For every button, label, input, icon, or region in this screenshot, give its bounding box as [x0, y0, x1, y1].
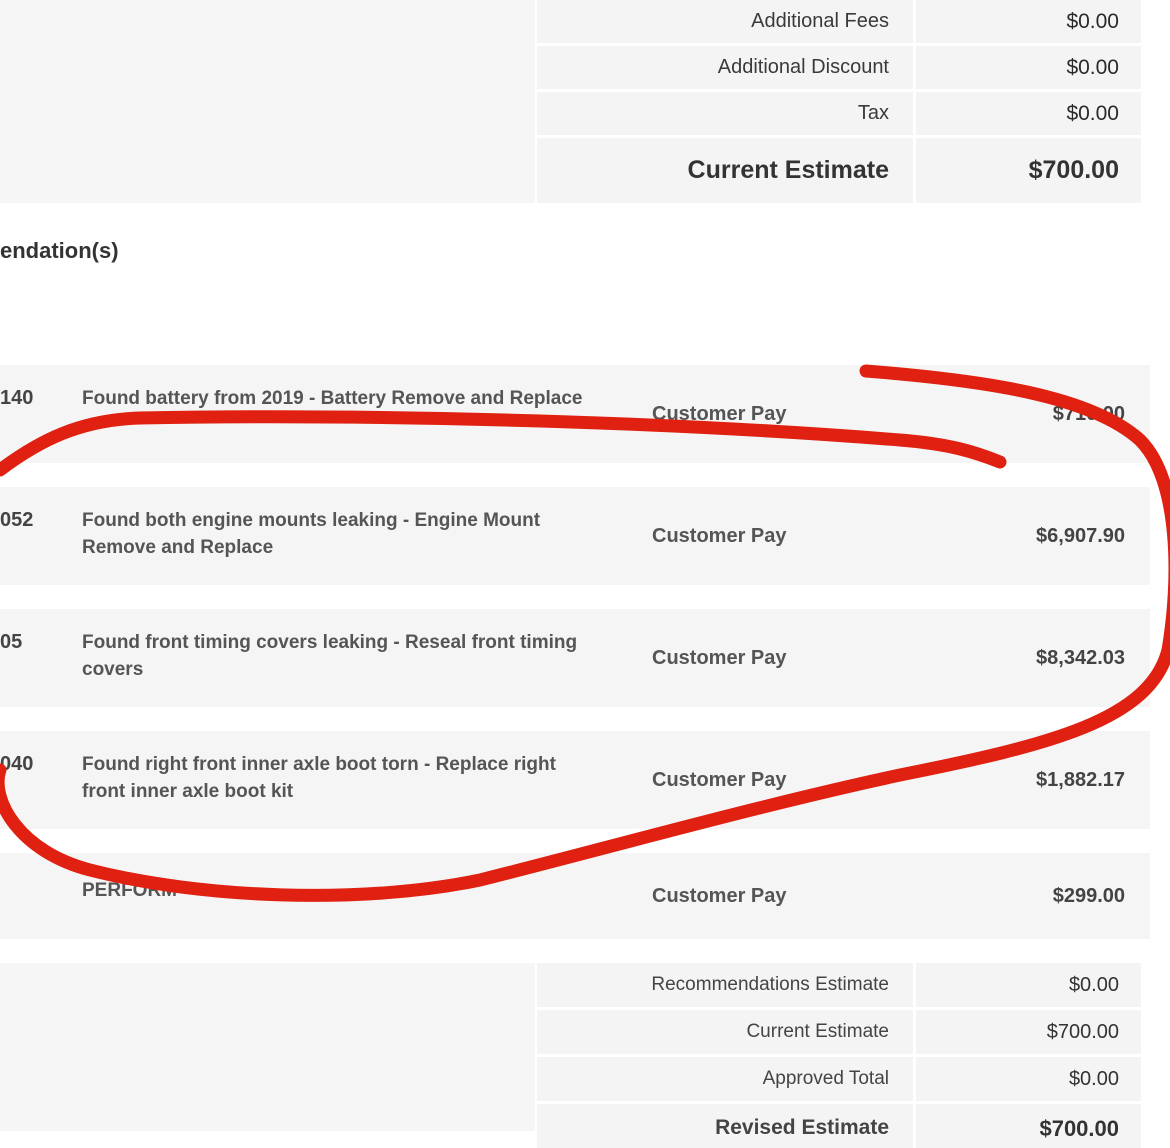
bottom-summary-background	[0, 963, 535, 1131]
recommendation-row[interactable]: 052 Found both engine mounts leaking - E…	[0, 487, 1150, 585]
summary-label-recommendations-estimate: Recommendations Estimate	[537, 963, 913, 1007]
row-description: Found both engine mounts leaking - Engin…	[82, 510, 541, 558]
summary-value-tax: $0.00	[916, 92, 1141, 135]
summary-label-current-estimate-bottom: Current Estimate	[537, 1010, 913, 1054]
summary-value-recommendations-estimate: $0.00	[916, 963, 1141, 1007]
row-amount: $1,882.17	[1036, 768, 1125, 791]
row-amount: $8,342.03	[1036, 646, 1125, 669]
recommendation-row[interactable]: 040 Found right front inner axle boot to…	[0, 731, 1150, 829]
row-description: Found right front inner axle boot torn -…	[82, 754, 556, 802]
recommendation-row[interactable]: 140 Found battery from 2019 - Battery Re…	[0, 365, 1150, 463]
summary-label-revised-estimate: Revised Estimate	[537, 1104, 913, 1148]
row-description: Found front timing covers leaking - Rese…	[82, 632, 578, 680]
row-pay-type: Customer Pay	[652, 646, 787, 669]
summary-value-revised-estimate: $700.00	[916, 1104, 1141, 1148]
row-code: 140	[0, 387, 34, 409]
row-amount: $710.00	[1052, 402, 1125, 425]
summary-value-current-estimate: $700.00	[916, 138, 1141, 203]
summary-label-current-estimate: Current Estimate	[537, 138, 913, 203]
row-code: 05	[0, 631, 23, 653]
summary-value-additional-fees: $0.00	[916, 0, 1141, 43]
summary-label-additional-fees: Additional Fees	[537, 0, 913, 43]
row-amount: $299.00	[1052, 884, 1125, 907]
row-pay-type: Customer Pay	[652, 768, 787, 791]
row-code: 052	[0, 509, 34, 531]
row-code: 040	[0, 753, 34, 775]
summary-label-additional-discount: Additional Discount	[537, 46, 913, 89]
row-pay-type: Customer Pay	[652, 524, 787, 547]
summary-label-tax: Tax	[537, 92, 913, 135]
summary-value-current-estimate-bottom: $700.00	[916, 1010, 1141, 1054]
row-description: PERFORM	[82, 880, 177, 901]
summary-value-additional-discount: $0.00	[916, 46, 1141, 89]
row-amount: $6,907.90	[1036, 524, 1125, 547]
summary-label-approved-total: Approved Total	[537, 1057, 913, 1101]
row-pay-type: Customer Pay	[652, 884, 787, 907]
top-summary-background	[0, 0, 535, 203]
recommendations-heading: endation(s)	[0, 238, 119, 263]
recommendation-row[interactable]: PERFORM Customer Pay $299.00	[0, 853, 1150, 939]
summary-value-approved-total: $0.00	[916, 1057, 1141, 1101]
row-pay-type: Customer Pay	[652, 402, 787, 425]
recommendation-row[interactable]: 05 Found front timing covers leaking - R…	[0, 609, 1150, 707]
row-description: Found battery from 2019 - Battery Remove…	[82, 388, 583, 409]
